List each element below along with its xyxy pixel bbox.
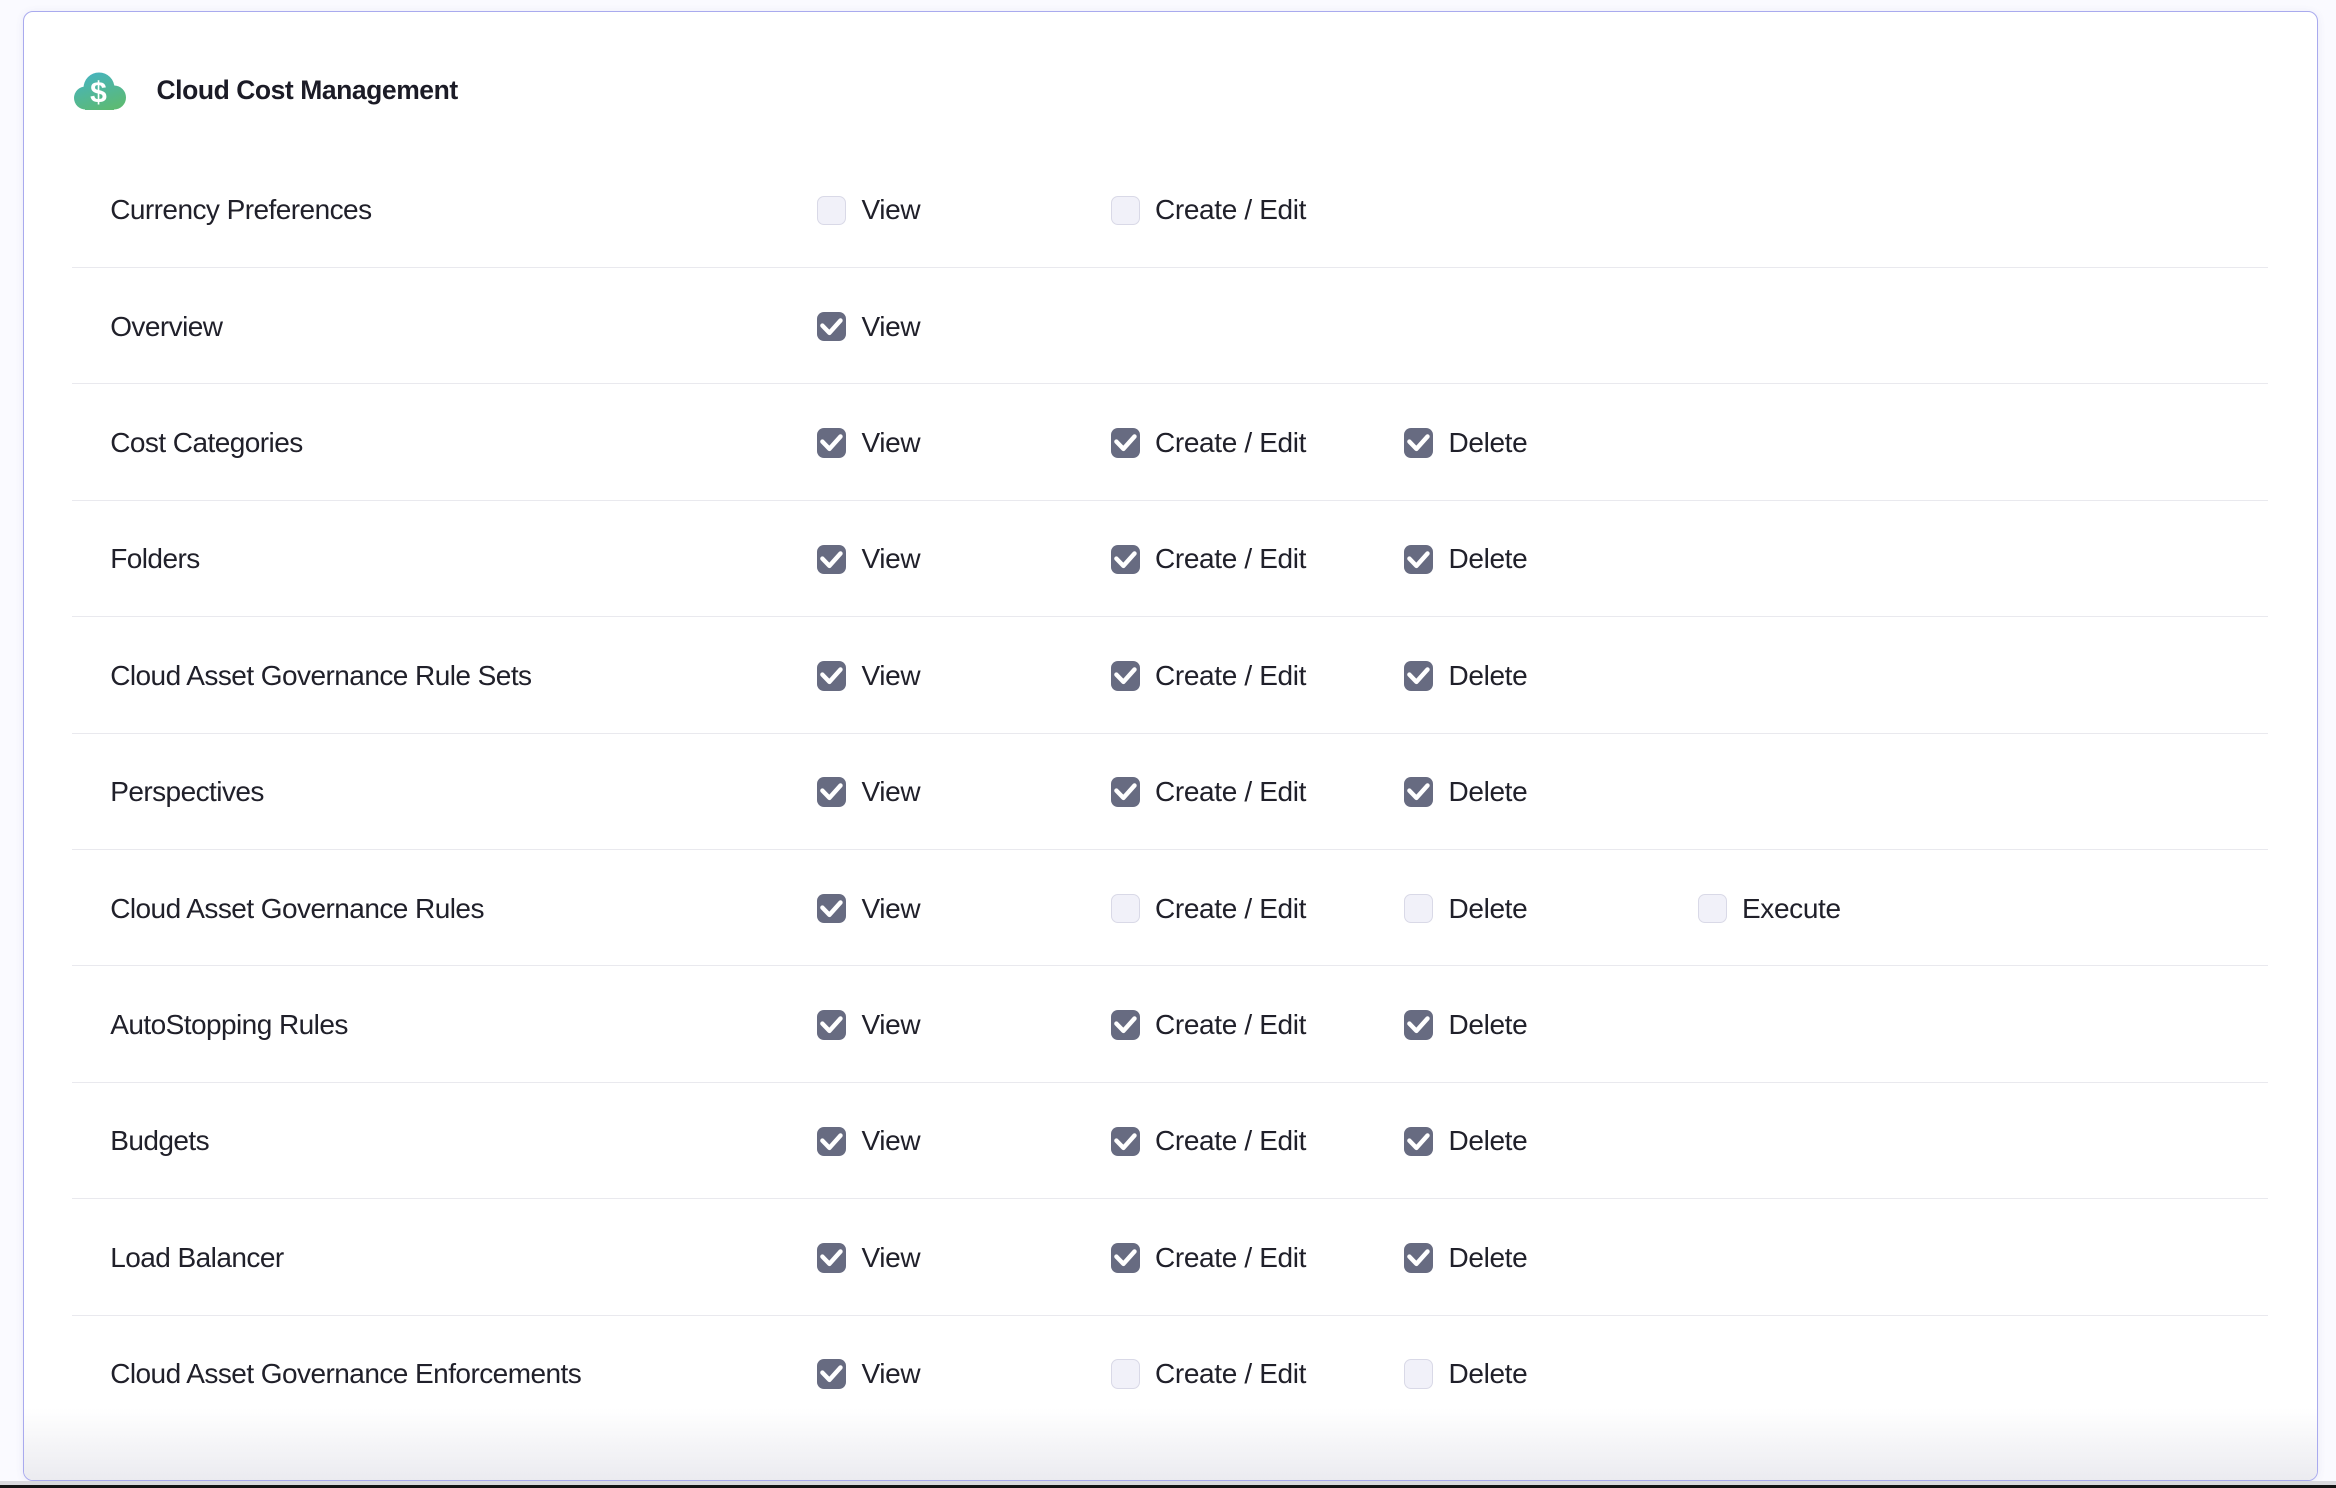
svg-text:$: $ [90, 76, 107, 109]
